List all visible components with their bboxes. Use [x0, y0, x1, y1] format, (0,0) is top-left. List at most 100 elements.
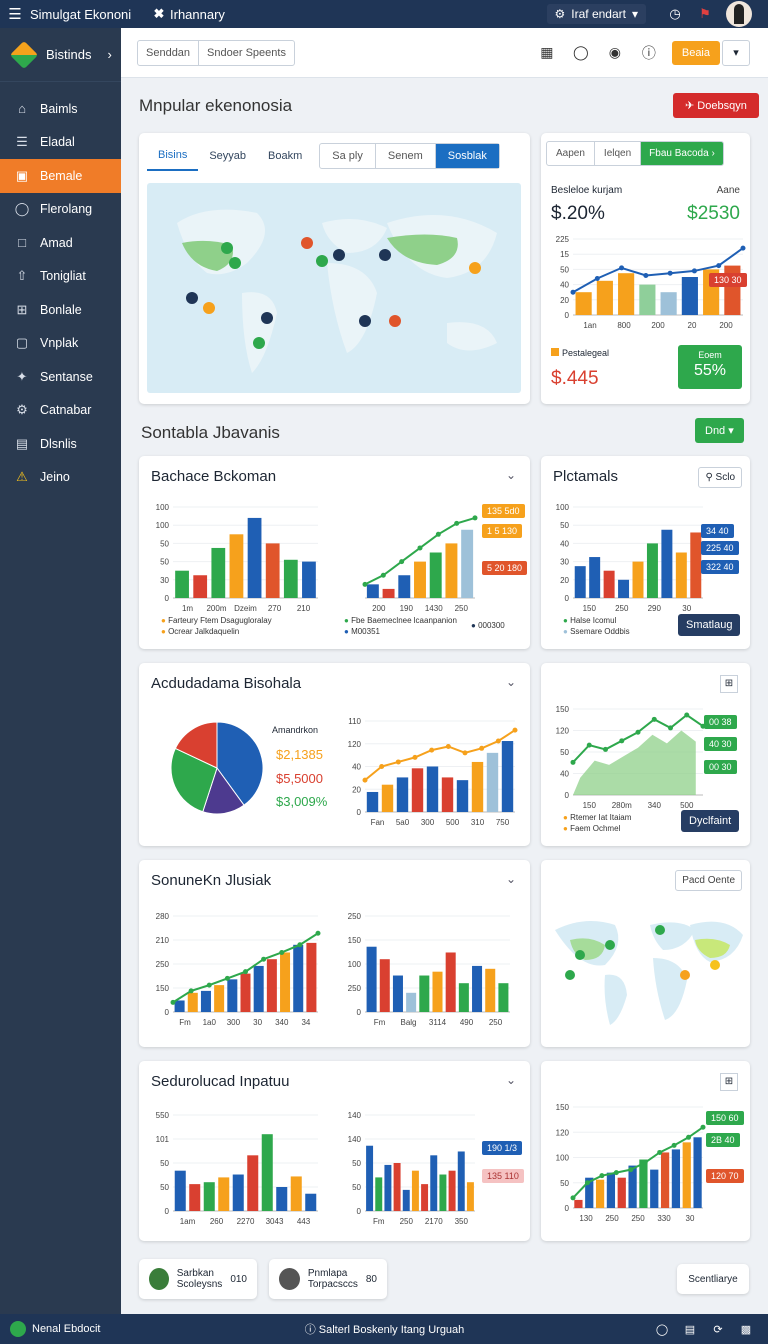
segment-ielqen[interactable]: Ielqen: [595, 142, 642, 165]
segment-fbau-bacoda[interactable]: Fbau Bacoda ›: [641, 142, 723, 165]
sidebar-item-flerolang[interactable]: ◯ Flerolang: [0, 193, 121, 227]
chevron-down-icon[interactable]: ⌄: [506, 675, 516, 689]
map-marker[interactable]: [186, 292, 198, 304]
sidebar-item-bonlale[interactable]: ⊞ Bonlale: [0, 293, 121, 327]
bar: [247, 517, 262, 598]
sidebar-item-dlsnlis[interactable]: ▤ Dlsnlis: [0, 427, 121, 461]
search-box[interactable]: ⚲ Sclo: [698, 467, 742, 488]
map-marker[interactable]: [605, 940, 615, 950]
toggle-sosblak[interactable]: Sosblak: [435, 144, 499, 168]
circle-icon[interactable]: ◯: [648, 1323, 676, 1336]
sidebar-item-amad[interactable]: □ Amad: [0, 226, 121, 260]
tab-bisins[interactable]: Bisins: [147, 141, 199, 171]
sidebar-item-label: Bonlale: [40, 302, 82, 317]
continent-australia: [447, 322, 497, 351]
sidebar-item-tonigliat[interactable]: ⇧ Tonigliat: [0, 260, 121, 294]
bar: [458, 983, 469, 1012]
bar: [639, 1159, 648, 1208]
sidebar-item-label: Tonigliat: [40, 269, 86, 284]
sidebar-header[interactable]: Bistinds ›: [0, 28, 121, 82]
segment-sndoer[interactable]: Sndoer Speents: [199, 41, 294, 65]
settings-icon: ⚙: [16, 402, 28, 418]
bar: [606, 1172, 616, 1208]
refresh-icon[interactable]: ⟳: [704, 1323, 732, 1336]
map-marker[interactable]: [359, 315, 371, 327]
qr-icon[interactable]: ▩: [732, 1323, 760, 1336]
add-button[interactable]: Dnd ▾: [695, 418, 744, 443]
map-marker[interactable]: [575, 950, 585, 960]
user-dropdown[interactable]: ⚙ Iraf endart ▾: [546, 4, 646, 24]
chat-icon[interactable]: ◯: [570, 44, 592, 61]
flag-icon[interactable]: ⚑: [690, 6, 720, 22]
pacd-oente-button[interactable]: Pacd Oente: [675, 870, 742, 891]
clock-icon[interactable]: ◷: [660, 6, 690, 22]
export-icon[interactable]: ⊞: [720, 675, 738, 693]
bar: [203, 1182, 215, 1211]
smatlaug-button[interactable]: Smatlaug: [678, 614, 741, 636]
toggle-sa-ply[interactable]: Sa ply: [320, 144, 376, 168]
world-map-small[interactable]: [545, 900, 745, 1030]
world-map[interactable]: [147, 183, 521, 393]
x-tick-label: 1430: [425, 604, 443, 613]
sidebar-item-bemale[interactable]: ▣ Bemale: [0, 159, 121, 193]
x-tick-label: 340: [275, 1018, 289, 1027]
summary-pill-1[interactable]: Sarbkan Scoleysns 010: [139, 1259, 257, 1299]
sidebar-item-eladal[interactable]: ☰ Eladal: [0, 126, 121, 160]
data-badge: 40 30: [704, 737, 737, 751]
map-marker[interactable]: [333, 249, 345, 261]
primary-button[interactable]: Beaia: [671, 40, 720, 65]
lock-icon[interactable]: ◉: [604, 44, 626, 61]
calculator-icon[interactable]: ▦: [536, 44, 558, 61]
trend-point: [206, 982, 212, 988]
map-marker[interactable]: [710, 960, 720, 970]
bar: [305, 1193, 317, 1211]
sidebar-footer[interactable]: Nenal Ebdocit: [0, 1314, 121, 1344]
tab-boakm[interactable]: Boakm: [257, 142, 313, 170]
sidebar-item-jeino[interactable]: ⚠ Jeino: [0, 461, 121, 495]
sidebar-item-baimls[interactable]: ⌂ Baimls: [0, 92, 121, 126]
map-marker[interactable]: [301, 237, 313, 249]
map-marker[interactable]: [565, 970, 575, 980]
export-icon[interactable]: ⊞: [720, 1073, 738, 1091]
map-marker[interactable]: [680, 970, 690, 980]
map-marker[interactable]: [389, 315, 401, 327]
segment-senddan[interactable]: Senddan: [138, 40, 200, 65]
menu-icon[interactable]: ☰: [0, 5, 30, 23]
scentliarye-button[interactable]: Scentliarye: [677, 1264, 749, 1294]
map-marker[interactable]: [261, 312, 273, 324]
action-button[interactable]: ✈ Doebsqyn: [673, 93, 759, 118]
sidebar-item-catnabar[interactable]: ⚙ Catnabar: [0, 394, 121, 428]
dyclfaint-button[interactable]: Dyclfaint: [681, 810, 740, 832]
legend-dot-icon: ●: [563, 627, 571, 636]
segment-aapen[interactable]: Aapen: [547, 142, 595, 165]
scentliarye-button-label: Scentliarye: [688, 1273, 738, 1285]
map-marker[interactable]: [379, 249, 391, 261]
sidebar-item-vnplak[interactable]: ▢ Vnplak: [0, 327, 121, 361]
map-marker[interactable]: [655, 925, 665, 935]
map-marker[interactable]: [229, 257, 241, 269]
bar: [603, 570, 615, 598]
y-tick-label: 0: [565, 594, 570, 603]
bar-card-3: SonuneKn Jlusiak ⌄ 280 210 250 150 0 Fm 1a0 300…: [139, 860, 530, 1047]
bar: [682, 1142, 691, 1208]
help-icon[interactable]: ⓘ: [638, 43, 660, 63]
monitor-icon[interactable]: ▤: [676, 1323, 704, 1336]
chevron-down-icon[interactable]: ⌄: [506, 1073, 516, 1087]
avatar[interactable]: [726, 1, 752, 27]
tab-seyyab[interactable]: Seyyab: [198, 142, 257, 170]
toggle-senem[interactable]: Senem: [376, 144, 436, 168]
sidebar-item-sentanse[interactable]: ✦ Sentanse: [0, 360, 121, 394]
map-marker[interactable]: [316, 255, 328, 267]
map-marker[interactable]: [203, 302, 215, 314]
summary-pill-2[interactable]: Pnmlapa Torpacsccs 80: [269, 1259, 387, 1299]
map-marker[interactable]: [221, 242, 233, 254]
chevron-down-icon[interactable]: ⌄: [506, 872, 516, 886]
map-marker[interactable]: [253, 337, 265, 349]
bar: [247, 1155, 259, 1211]
map-marker[interactable]: [469, 262, 481, 274]
chevron-down-icon[interactable]: ▾: [722, 39, 750, 66]
trend-point: [472, 515, 478, 521]
user-dropdown-label: Iraf endart: [571, 7, 626, 21]
chevron-down-icon[interactable]: ⌄: [506, 468, 516, 482]
pill-value: 80: [365, 1273, 377, 1285]
